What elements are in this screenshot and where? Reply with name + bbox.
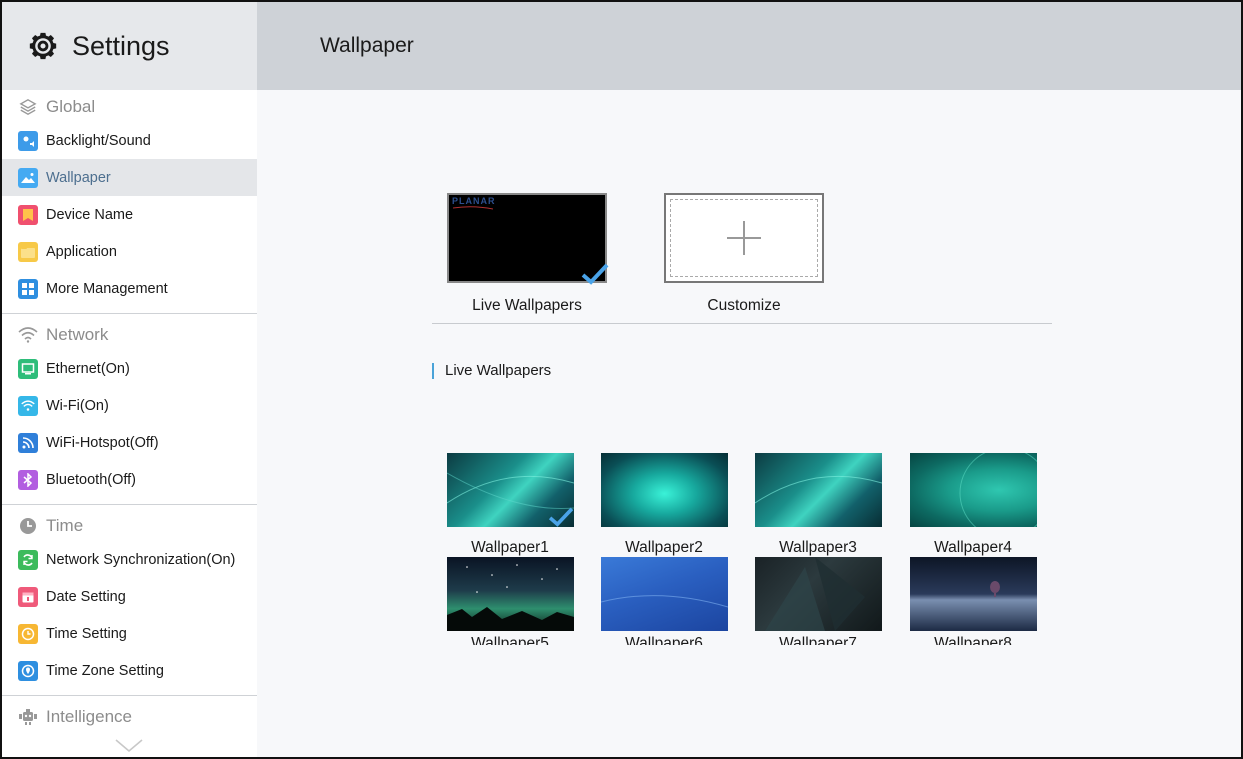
- sidebar-item-wifi[interactable]: Wi-Fi(On): [2, 387, 257, 424]
- sidebar-item-label: More Management: [46, 280, 168, 297]
- customize-card[interactable]: [664, 193, 824, 283]
- sync-icon: [18, 549, 38, 570]
- section-network: Network: [2, 320, 257, 350]
- sidebar-item-label: Network Synchronization(On): [46, 551, 236, 568]
- section-title: Network: [46, 325, 109, 344]
- section-intelligence: Intelligence: [2, 702, 257, 732]
- section-title: Global: [46, 97, 96, 116]
- sidebar-item-label: Wallpaper: [46, 169, 111, 186]
- backlight-sound-icon: [18, 130, 38, 151]
- sidebar-item-time-zone[interactable]: Time Zone Setting: [2, 652, 257, 689]
- live-wallpapers-label: Live Wallpapers: [472, 297, 582, 314]
- sidebar-item-label: Device Name: [46, 206, 134, 223]
- chevron-down-icon[interactable]: [114, 737, 144, 755]
- section-title: Intelligence: [46, 707, 133, 726]
- wallpaper-label: Wallpaper1: [471, 539, 549, 556]
- device-name-icon: [18, 204, 38, 225]
- calendar-icon: [18, 586, 38, 607]
- robot-icon: [18, 707, 38, 727]
- app-header: Settings: [2, 2, 257, 90]
- wallpaper1-thumbnail[interactable]: [447, 453, 574, 527]
- wallpaper3-thumbnail[interactable]: [755, 453, 882, 527]
- wifi-icon: [18, 395, 38, 416]
- sidebar-item-label: Date Setting: [46, 588, 126, 605]
- wallpaper-label: Wallpaper7: [779, 635, 857, 645]
- plus-icon: [727, 221, 761, 255]
- section-global: Global: [2, 92, 257, 122]
- sidebar-item-wifi-hotspot[interactable]: WiFi-Hotspot(Off): [2, 424, 257, 461]
- sidebar-item-wallpaper[interactable]: Wallpaper: [2, 159, 257, 196]
- sidebar-item-more-management[interactable]: More Management: [2, 270, 257, 307]
- sidebar-item-label: Backlight/Sound: [46, 132, 151, 149]
- wallpaper-icon: [18, 167, 38, 188]
- wallpaper4-thumbnail[interactable]: [910, 453, 1037, 527]
- sidebar-item-network-sync[interactable]: Network Synchronization(On): [2, 541, 257, 578]
- section-heading: Live Wallpapers: [432, 362, 551, 379]
- accent-bar: [432, 362, 434, 379]
- sidebar-item-label: Bluetooth(Off): [46, 471, 137, 488]
- wallpaper-label: Wallpaper6: [625, 635, 703, 645]
- more-management-icon: [18, 278, 38, 299]
- divider: [432, 323, 1052, 324]
- wifi-icon: [18, 325, 38, 345]
- section-heading-text: Live Wallpapers: [445, 362, 552, 379]
- layers-icon: [18, 97, 38, 117]
- app-title: Settings: [72, 30, 170, 61]
- logo-underline: [453, 206, 493, 210]
- application-icon: [18, 241, 38, 262]
- wallpaper-label: Wallpaper5: [471, 635, 549, 645]
- divider: [2, 695, 257, 696]
- sidebar-item-label: WiFi-Hotspot(Off): [46, 434, 159, 451]
- wallpaper2-thumbnail[interactable]: [601, 453, 728, 527]
- gear-icon: [29, 32, 57, 60]
- hotspot-icon: [18, 432, 38, 453]
- checkmark-icon: [581, 263, 609, 285]
- sidebar-item-bluetooth[interactable]: Bluetooth(Off): [2, 461, 257, 498]
- bluetooth-icon: [18, 469, 38, 490]
- clock-icon: [18, 516, 38, 536]
- sidebar-item-label: Wi-Fi(On): [46, 397, 109, 414]
- sidebar-item-label: Application: [46, 243, 117, 260]
- ethernet-icon: [18, 358, 38, 379]
- wallpaper6-thumbnail[interactable]: [601, 557, 728, 631]
- checkmark-icon: [548, 507, 574, 527]
- sidebar: Global Backlight/Sound Wallpaper Device …: [2, 90, 257, 757]
- planar-logo: PLANAR: [452, 196, 496, 206]
- sidebar-item-label: Ethernet(On): [46, 360, 130, 377]
- sidebar-item-time-setting[interactable]: Time Setting: [2, 615, 257, 652]
- wallpaper-label: Wallpaper3: [779, 539, 857, 556]
- page-title: Wallpaper: [320, 34, 414, 57]
- sidebar-item-device-name[interactable]: Device Name: [2, 196, 257, 233]
- sidebar-item-backlight-sound[interactable]: Backlight/Sound: [2, 122, 257, 159]
- sidebar-item-label: Time Setting: [46, 625, 127, 642]
- wallpaper-label: Wallpaper4: [934, 539, 1012, 556]
- divider: [2, 313, 257, 314]
- wallpaper-labels-row2: Wallpaper5 Wallpaper6 Wallpaper7 Wallpap…: [427, 635, 1077, 645]
- divider: [2, 504, 257, 505]
- wallpaper-label: Wallpaper2: [625, 539, 703, 556]
- sidebar-item-date-setting[interactable]: Date Setting: [2, 578, 257, 615]
- timezone-icon: [18, 660, 38, 681]
- time-setting-icon: [18, 623, 38, 644]
- section-time: Time: [2, 511, 257, 541]
- wallpaper7-thumbnail[interactable]: [755, 557, 882, 631]
- wallpaper5-thumbnail[interactable]: [447, 557, 574, 631]
- wallpaper-label: Wallpaper8: [934, 635, 1012, 645]
- settings-window: Settings Wallpaper Global Backlight/Soun…: [0, 0, 1243, 759]
- customize-label: Customize: [707, 297, 781, 314]
- main-content: PLANAR Live Wallpapers Customize Live Wa…: [257, 90, 1241, 757]
- sidebar-item-application[interactable]: Application: [2, 233, 257, 270]
- sidebar-item-label: Time Zone Setting: [46, 662, 164, 679]
- wallpaper8-thumbnail[interactable]: [910, 557, 1037, 631]
- page-header: Wallpaper: [257, 2, 1241, 90]
- section-title: Time: [46, 516, 84, 535]
- live-wallpapers-card[interactable]: PLANAR: [447, 193, 609, 285]
- sidebar-item-ethernet[interactable]: Ethernet(On): [2, 350, 257, 387]
